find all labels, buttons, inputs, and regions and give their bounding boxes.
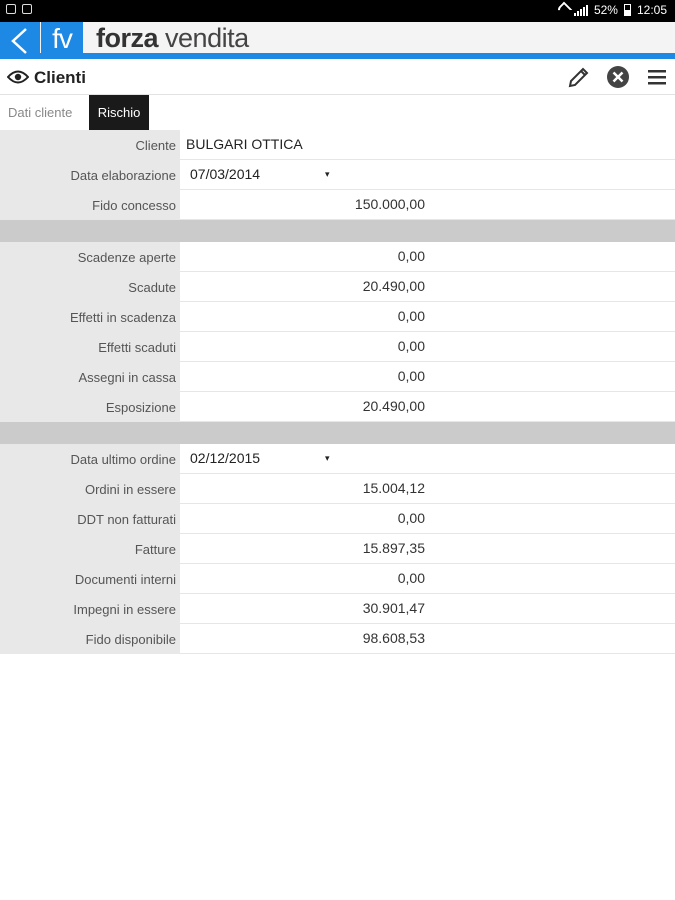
- menu-button[interactable]: [646, 65, 670, 89]
- field-label-effetti-scaduti: Effetti scaduti: [0, 332, 180, 362]
- field-label-effetti-in-scadenza: Effetti in scadenza: [0, 302, 180, 332]
- status-bar: 52% 12:05: [0, 0, 675, 22]
- risk-form: Cliente BULGARI OTTICA Data elaborazione 07…: [0, 130, 675, 654]
- date-field-data-ultimo-ordine[interactable]: 02/12/2015 ▾: [180, 444, 675, 474]
- app-notification-icon: [22, 4, 32, 14]
- form-row-data-ultimo-ordine: Data ultimo ordine 02/12/2015 ▾: [0, 444, 675, 474]
- field-label-ddt-non-fatturati: DDT non fatturati: [0, 504, 180, 534]
- pencil-icon: [568, 67, 589, 88]
- app-logo: fv: [41, 22, 83, 59]
- form-row-effetti-in-scadenza: Effetti in scadenza 0,00: [0, 302, 675, 332]
- field-value-assegni-in-cassa: 0,00: [397, 368, 425, 384]
- field-value-cliente: BULGARI OTTICA: [186, 136, 303, 152]
- battery-percent: 52%: [593, 3, 618, 17]
- field-label-scadute: Scadute: [0, 272, 180, 302]
- form-row-fido-concesso: Fido concesso 150.000,00: [0, 190, 675, 220]
- form-row-data-elaborazione: Data elaborazione 07/03/2014 ▾: [0, 160, 675, 190]
- form-row-effetti-scaduti: Effetti scaduti 0,00: [0, 332, 675, 362]
- section-separator: [0, 220, 675, 242]
- date-value: 02/12/2015: [190, 450, 261, 466]
- field-value-ordini-in-essere: 15.004,12: [362, 480, 425, 496]
- form-row-scadute: Scadute 20.490,00: [0, 272, 675, 302]
- form-row-esposizione: Esposizione 20.490,00: [0, 392, 675, 422]
- field-value-scadenze-aperte: 0,00: [397, 248, 425, 264]
- form-row-scadenze-aperte: Scadenze aperte 0,00: [0, 242, 675, 272]
- field-value-effetti-scaduti: 0,00: [397, 338, 425, 354]
- back-button[interactable]: [0, 22, 40, 59]
- tab-rischio[interactable]: Rischio: [89, 95, 149, 130]
- field-label-documenti-interni: Documenti interni: [0, 564, 180, 594]
- field-value-impegni-in-essere: 30.901,47: [362, 600, 425, 616]
- field-label-impegni-in-essere: Impegni in essere: [0, 594, 180, 624]
- field-value-ddt-non-fatturati: 0,00: [397, 510, 425, 526]
- field-label-fatture: Fatture: [0, 534, 180, 564]
- form-row-fatture: Fatture 15.897,35: [0, 534, 675, 564]
- field-label-fido-disponibile: Fido disponibile: [0, 624, 180, 654]
- dropdown-arrow-icon[interactable]: ▾: [325, 444, 330, 472]
- section-separator: [0, 422, 675, 444]
- form-row-ordini-in-essere: Ordini in essere 15.004,12: [0, 474, 675, 504]
- clock: 12:05: [636, 3, 667, 17]
- form-row-fido-disponibile: Fido disponibile 98.608,53: [0, 624, 675, 654]
- wifi-icon: [556, 4, 568, 16]
- field-label-ordini-in-essere: Ordini in essere: [0, 474, 180, 504]
- dropdown-arrow-icon[interactable]: ▾: [325, 160, 330, 188]
- date-value: 07/03/2014: [190, 166, 261, 182]
- field-label-fido-concesso: Fido concesso: [0, 190, 180, 220]
- battery-icon: [623, 4, 631, 16]
- close-button[interactable]: [606, 65, 630, 89]
- signal-icon: [573, 4, 588, 16]
- field-value-fido-disponibile: 98.608,53: [362, 630, 425, 646]
- date-field-data-elaborazione[interactable]: 07/03/2014 ▾: [180, 160, 675, 190]
- close-circle-icon: [607, 66, 629, 88]
- field-label-scadenze-aperte: Scadenze aperte: [0, 242, 180, 272]
- form-row-documenti-interni: Documenti interni 0,00: [0, 564, 675, 594]
- tab-bar: Dati cliente Rischio: [0, 95, 675, 130]
- field-label-data-ultimo-ordine: Data ultimo ordine: [0, 444, 180, 474]
- field-value-scadute: 20.490,00: [362, 278, 425, 294]
- brand-name: forza vendita: [96, 23, 249, 54]
- page-title: Clienti: [34, 68, 86, 87]
- field-label-esposizione: Esposizione: [0, 392, 180, 422]
- field-label-data-elaborazione: Data elaborazione: [0, 160, 180, 190]
- brand-name-bold: forza: [96, 23, 159, 53]
- field-value-fatture: 15.897,35: [362, 540, 425, 556]
- gallery-notification-icon: [6, 4, 16, 14]
- page-header: Clienti: [0, 60, 675, 95]
- hamburger-menu-icon: [648, 70, 666, 85]
- eye-icon: [7, 70, 29, 84]
- form-row-assegni-in-cassa: Assegni in cassa 0,00: [0, 362, 675, 392]
- form-row-impegni-in-essere: Impegni in essere 30.901,47: [0, 594, 675, 624]
- field-label-assegni-in-cassa: Assegni in cassa: [0, 362, 180, 392]
- form-row-cliente: Cliente BULGARI OTTICA: [0, 130, 675, 160]
- edit-button[interactable]: [567, 65, 591, 89]
- field-value-fido-concesso: 150.000,00: [354, 196, 425, 212]
- field-value-effetti-in-scadenza: 0,00: [397, 308, 425, 324]
- tab-dati-cliente[interactable]: Dati cliente: [0, 95, 80, 130]
- chevron-left-icon: [11, 28, 27, 54]
- form-row-ddt-non-fatturati: DDT non fatturati 0,00: [0, 504, 675, 534]
- field-label-cliente: Cliente: [0, 130, 180, 160]
- brand-name-light: vendita: [165, 23, 249, 53]
- field-value-esposizione: 20.490,00: [362, 398, 425, 414]
- field-value-documenti-interni: 0,00: [397, 570, 425, 586]
